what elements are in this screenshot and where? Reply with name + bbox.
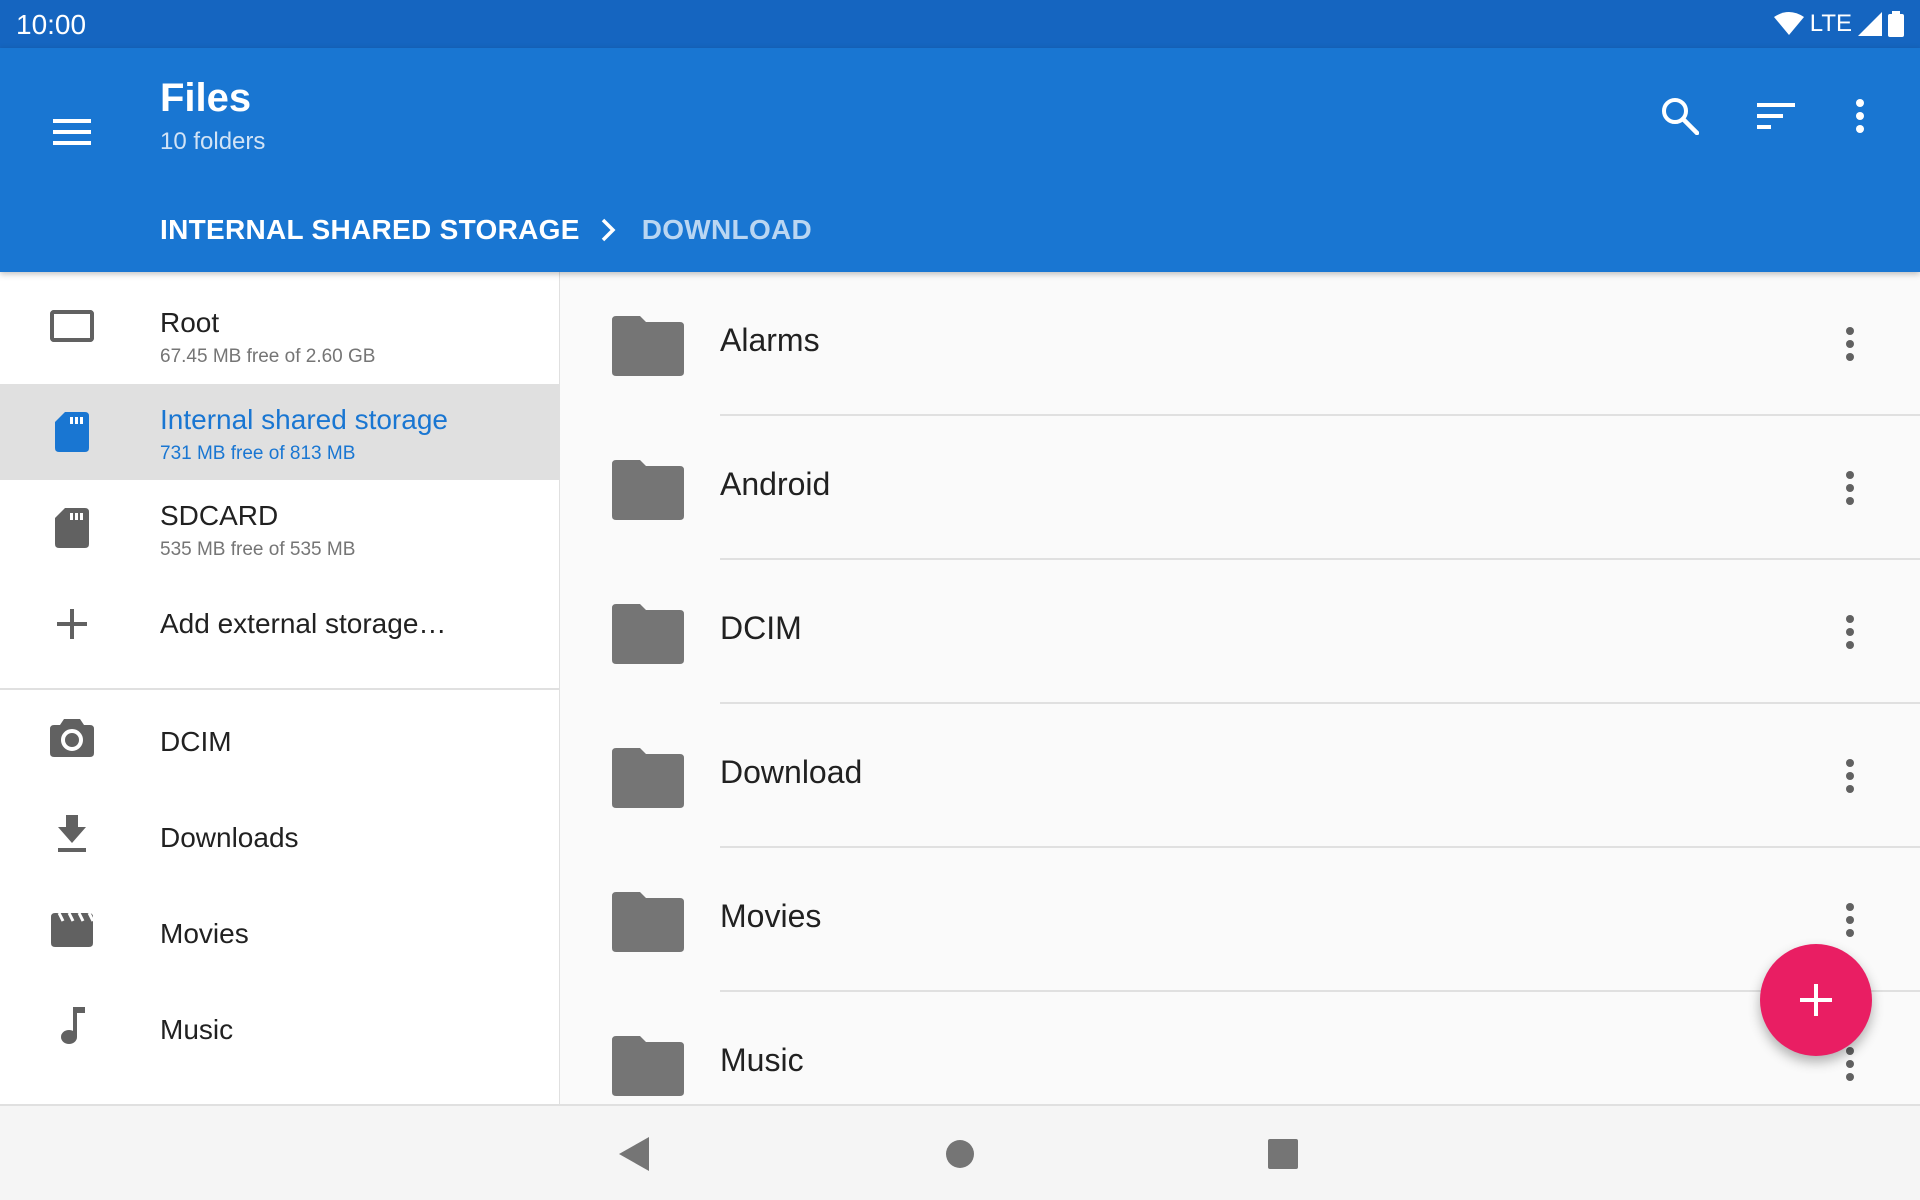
sd-card-icon [46,406,98,458]
breadcrumb-item-internal-storage[interactable]: INTERNAL SHARED STORAGE [160,214,580,246]
folder-icon [612,1036,684,1096]
add-icon [1800,984,1832,1016]
list-item[interactable]: Download [560,704,1920,848]
list-item[interactable]: Alarms [560,272,1920,416]
music-note-icon [46,1000,98,1052]
drawer-item-downloads[interactable]: Downloads [0,786,559,882]
signal-icon [1858,12,1882,36]
search-button[interactable] [1648,84,1712,148]
drawer-item-dcim[interactable]: DCIM [0,690,559,786]
file-name: Android [720,466,831,502]
drawer-item-internal-storage[interactable]: Internal shared storage 731 MB free of 8… [0,384,559,480]
list-item[interactable]: Movies [560,848,1920,992]
drawer-item-label: Movies [160,918,249,949]
folder-icon [612,316,684,376]
movie-icon [46,904,98,956]
back-button[interactable] [610,1130,658,1178]
drawer-item-add-external-storage[interactable]: Add external storage… [0,576,559,672]
drawer-item-label: Root [160,307,220,338]
drawer-item-label: DCIM [160,726,232,757]
wifi-icon [1773,12,1804,35]
folder-icon [612,604,684,664]
drawer-item-sublabel: 67.45 MB free of 2.60 GB [160,346,376,367]
sort-icon [1757,103,1795,129]
overflow-menu-button[interactable] [1828,84,1892,148]
file-name: Movies [720,898,822,934]
item-menu-button[interactable] [1838,606,1862,658]
more-vert-icon [1846,1047,1854,1081]
drawer-item-root[interactable]: Root 67.45 MB free of 2.60 GB [0,272,559,384]
back-icon [619,1137,649,1171]
page-title: Files [160,76,252,120]
more-vert-icon [1846,903,1854,937]
network-type: LTE [1809,10,1852,37]
app-bar: Files 10 folders INTERNAL SHARED STORAGE… [0,48,1920,272]
home-icon [946,1140,974,1168]
file-name: DCIM [720,610,802,646]
recents-icon [1268,1139,1298,1169]
drawer-item-movies[interactable]: Movies [0,882,559,978]
sort-button[interactable] [1744,84,1808,148]
drawer-item-music[interactable]: Music [0,978,559,1074]
file-name: Music [720,1042,804,1078]
root-storage-icon [46,300,98,352]
download-icon [46,808,98,860]
more-vert-icon [1856,99,1864,133]
drawer-item-sublabel: 731 MB free of 813 MB [160,443,356,464]
file-list: Alarms Android DCIM Download Movies Musi… [560,272,1920,1104]
item-menu-button[interactable] [1838,894,1862,946]
status-time: 10:00 [16,9,87,40]
folder-icon [612,892,684,952]
list-item[interactable]: DCIM [560,560,1920,704]
search-icon [1662,98,1699,135]
drawer-item-label: Add external storage… [160,608,447,639]
item-menu-button[interactable] [1838,462,1862,514]
item-menu-button[interactable] [1838,750,1862,802]
system-nav-bar [0,1104,1920,1200]
breadcrumb: INTERNAL SHARED STORAGE DOWNLOAD [160,208,812,252]
drawer-item-label: Internal shared storage [160,404,448,435]
recents-button[interactable] [1259,1130,1307,1178]
file-name: Alarms [720,322,820,358]
item-menu-button[interactable] [1838,318,1862,370]
folder-icon [612,748,684,808]
list-item[interactable]: Music [560,992,1920,1104]
chevron-right-icon [600,218,616,242]
drawer-item-sdcard[interactable]: SDCARD 535 MB free of 535 MB [0,480,559,576]
add-fab-button[interactable] [1760,944,1872,1056]
camera-icon [46,712,98,764]
list-item[interactable]: Android [560,416,1920,560]
home-button[interactable] [936,1130,984,1178]
breadcrumb-item-download[interactable]: DOWNLOAD [642,214,812,246]
battery-icon [1888,11,1904,37]
folder-icon [612,460,684,520]
more-vert-icon [1846,327,1854,361]
drawer-item-label: SDCARD [160,500,279,531]
status-bar: 10:00 LTE [0,0,1920,48]
more-vert-icon [1846,471,1854,505]
page-subtitle: 10 folders [160,128,266,155]
drawer-item-sublabel: 535 MB free of 535 MB [160,539,356,560]
menu-icon [53,119,91,145]
more-vert-icon [1846,615,1854,649]
navigation-drawer: Root 67.45 MB free of 2.60 GB Internal s… [0,272,560,1104]
menu-button[interactable] [44,104,100,160]
status-icons: LTE [1773,10,1904,38]
file-name: Download [720,754,863,790]
drawer-item-label: Music [160,1014,234,1045]
sd-card-icon [46,502,98,554]
drawer-item-label: Downloads [160,822,299,853]
add-icon [46,598,98,650]
more-vert-icon [1846,759,1854,793]
